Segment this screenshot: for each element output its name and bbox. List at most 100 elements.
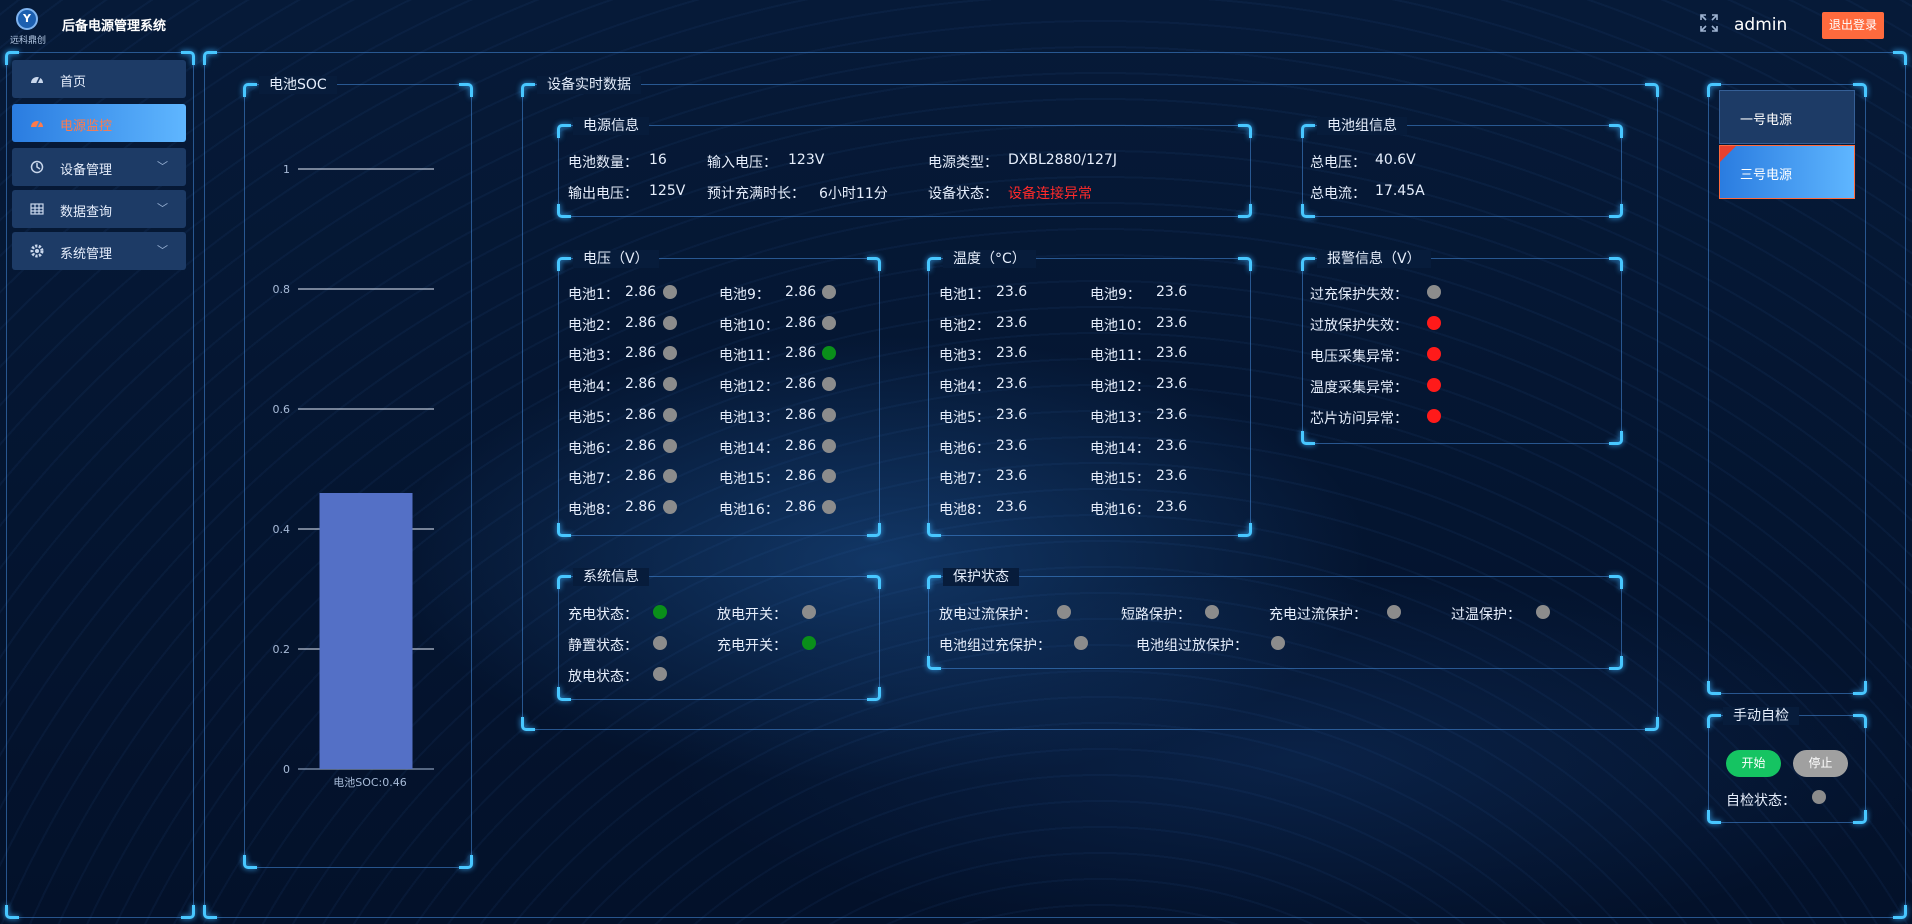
y-tick-label: 0.6 bbox=[273, 403, 291, 416]
logout-button[interactable]: 退出登录 bbox=[1822, 12, 1884, 39]
voltage-cell-value: 2.86 bbox=[625, 345, 657, 362]
alarm-item-label: 过充保护失效： bbox=[1310, 287, 1408, 303]
cell-status-indicator bbox=[663, 438, 677, 453]
voltage-cell-label: 电池14： bbox=[719, 440, 779, 457]
battery-pack-title: 电池组信息 bbox=[1317, 117, 1407, 135]
source-item-1[interactable]: 一号电源 bbox=[1719, 90, 1855, 144]
fullscreen-icon[interactable] bbox=[1700, 14, 1718, 32]
battery-count-value: 16 bbox=[649, 152, 667, 168]
temperature-cell-value: 23.6 bbox=[1156, 468, 1188, 485]
voltage-cell-value: 2.86 bbox=[785, 314, 817, 331]
system-status-indicator bbox=[653, 636, 667, 650]
system-item-label: 充电开关： bbox=[717, 638, 787, 654]
app-title: 后备电源管理系统 bbox=[62, 19, 167, 34]
temperature-cell-label: 电池8： bbox=[939, 501, 990, 518]
source-item-3[interactable]: 三号电源 bbox=[1719, 145, 1855, 199]
y-tick-label: 0.4 bbox=[273, 523, 291, 536]
power-info-box: 电源信息 bbox=[557, 117, 1252, 218]
alarm-title: 报警信息（V） bbox=[1317, 250, 1431, 268]
temperature-cell-value: 23.6 bbox=[1156, 314, 1188, 331]
cell-status-indicator bbox=[822, 438, 836, 453]
sidebar-item-home[interactable]: 首页 bbox=[12, 60, 186, 98]
sidebar-item-data-query[interactable]: 数据查询 ﹀ bbox=[12, 190, 186, 228]
voltage-cell-label: 电池1： bbox=[568, 287, 619, 303]
sidebar-item-label: 电源监控 bbox=[60, 119, 113, 134]
self-check-stop-button[interactable]: 停止 bbox=[1793, 750, 1848, 777]
company-logo: Y 远科鼎创 bbox=[8, 6, 48, 46]
protection-status-indicator bbox=[1387, 605, 1401, 619]
logo-mark: Y bbox=[16, 8, 38, 30]
sidebar-item-device-management[interactable]: 设备管理 ﹀ bbox=[12, 148, 186, 186]
temperature-cell-value: 23.6 bbox=[996, 345, 1028, 362]
self-check-status-indicator bbox=[1812, 790, 1826, 804]
temperature-cell-label: 电池15： bbox=[1090, 471, 1150, 488]
voltage-cell-label: 电池2： bbox=[568, 317, 619, 334]
cell-status-indicator bbox=[822, 499, 836, 514]
cell-status-indicator bbox=[663, 377, 677, 392]
y-tick-label: 1 bbox=[283, 163, 290, 176]
gauge-icon bbox=[30, 116, 44, 130]
cell-status-indicator bbox=[663, 407, 677, 422]
voltage-title: 电压（V） bbox=[573, 250, 659, 268]
temperature-cell-value: 23.6 bbox=[1156, 498, 1188, 515]
protection-status-indicator bbox=[1536, 605, 1550, 619]
soc-bar[interactable] bbox=[319, 493, 413, 769]
voltage-cell-label: 电池7： bbox=[568, 471, 619, 488]
self-check-start-button[interactable]: 开始 bbox=[1726, 750, 1781, 777]
power-type-label: 电源类型： bbox=[928, 155, 998, 171]
alarm-item-label: 电压采集异常： bbox=[1310, 349, 1408, 365]
system-item-label: 充电状态： bbox=[568, 607, 638, 623]
temperature-cell-value: 23.6 bbox=[1156, 437, 1188, 454]
temperature-cell-value: 23.6 bbox=[996, 376, 1028, 393]
sidebar-item-label: 系统管理 bbox=[60, 247, 113, 262]
cell-status-indicator bbox=[822, 377, 836, 392]
protection-title: 保护状态 bbox=[943, 568, 1019, 586]
username[interactable]: admin bbox=[1734, 15, 1787, 35]
temperature-cell-value: 23.6 bbox=[1156, 345, 1188, 362]
temperature-cell-label: 电池10： bbox=[1090, 317, 1150, 334]
voltage-cell-value: 2.86 bbox=[625, 468, 657, 485]
voltage-cell-value: 2.86 bbox=[785, 376, 817, 393]
temperature-cell-value: 23.6 bbox=[996, 498, 1028, 515]
voltage-cell-label: 电池4： bbox=[568, 379, 619, 396]
protection-item-label: 充电过流保护： bbox=[1269, 607, 1367, 623]
voltage-cell-value: 2.86 bbox=[625, 314, 657, 331]
temperature-cell-label: 电池13： bbox=[1090, 409, 1150, 426]
temperature-cell-value: 23.6 bbox=[1156, 406, 1188, 423]
self-check-status-label: 自检状态： bbox=[1726, 793, 1796, 809]
device-status-label: 设备状态： bbox=[928, 186, 998, 202]
sidebar-item-power-monitor[interactable]: 电源监控 bbox=[12, 104, 186, 142]
protection-status-indicator bbox=[1271, 636, 1285, 650]
system-status-indicator bbox=[802, 605, 816, 619]
temperature-cell-value: 23.6 bbox=[1156, 376, 1188, 393]
voltage-cell-value: 2.86 bbox=[785, 406, 817, 423]
total-current-label: 总电流： bbox=[1310, 186, 1366, 202]
device-icon bbox=[30, 160, 44, 174]
alarm-status-indicator bbox=[1427, 347, 1441, 361]
system-info-title: 系统信息 bbox=[573, 568, 649, 586]
voltage-cell-value: 2.86 bbox=[785, 345, 817, 362]
voltage-cell-value: 2.86 bbox=[625, 376, 657, 393]
source-item-label: 三号电源 bbox=[1740, 168, 1793, 183]
voltage-cell-value: 2.86 bbox=[785, 468, 817, 485]
temperature-cell-label: 电池3： bbox=[939, 348, 990, 365]
chevron-down-icon: ﹀ bbox=[157, 202, 168, 215]
temperature-cell-value: 23.6 bbox=[1156, 284, 1188, 300]
temperature-cell-value: 23.6 bbox=[996, 468, 1028, 485]
sidebar-item-label: 首页 bbox=[60, 75, 87, 90]
cell-status-indicator bbox=[822, 285, 836, 299]
voltage-cell-value: 2.86 bbox=[625, 284, 657, 300]
protection-item-label: 电池组过放保护： bbox=[1136, 638, 1248, 654]
sidebar-item-system-management[interactable]: 系统管理 ﹀ bbox=[12, 232, 186, 270]
y-tick-label: 0.8 bbox=[273, 283, 291, 296]
temperature-title: 温度（°C） bbox=[943, 250, 1036, 268]
temperature-cell-label: 电池14： bbox=[1090, 440, 1150, 457]
voltage-cell-label: 电池11： bbox=[719, 348, 779, 365]
battery-count-label: 电池数量： bbox=[568, 155, 638, 171]
y-tick-label: 0 bbox=[283, 763, 290, 776]
source-item-label: 一号电源 bbox=[1740, 113, 1793, 128]
protection-status-indicator bbox=[1074, 636, 1088, 650]
chevron-down-icon: ﹀ bbox=[157, 244, 168, 257]
system-item-label: 静置状态： bbox=[568, 638, 638, 654]
output-voltage-label: 输出电压： bbox=[568, 186, 638, 202]
